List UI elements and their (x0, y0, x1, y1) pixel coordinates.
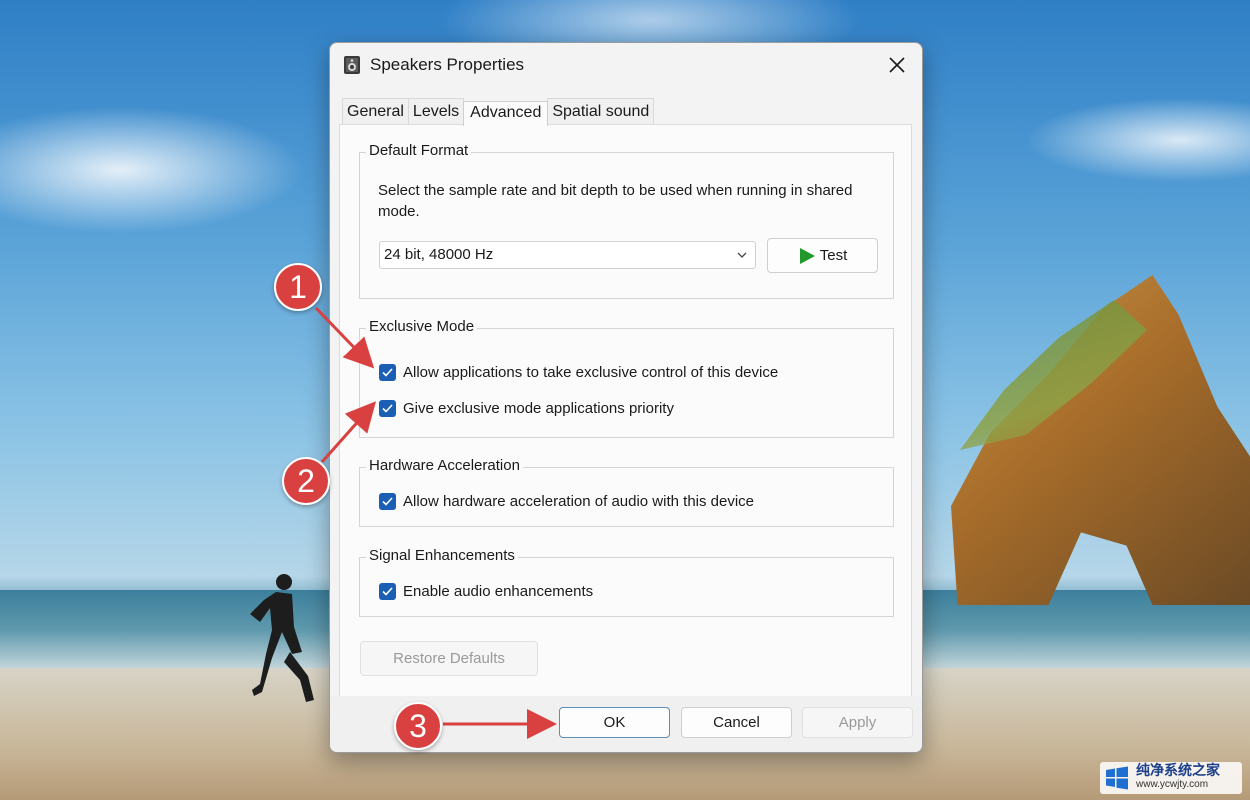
close-button[interactable] (872, 43, 922, 87)
hardware-acceleration-group: Hardware Acceleration Allow hardware acc… (359, 457, 894, 527)
format-dropdown-value: 24 bit, 48000 Hz (384, 246, 494, 263)
allow-hw-label: Allow hardware acceleration of audio wit… (403, 492, 755, 510)
give-priority-label: Give exclusive mode applications priorit… (403, 399, 674, 417)
watermark-url: www.ycwjty.com (1136, 779, 1209, 790)
checkmark-icon (382, 367, 393, 377)
hardware-acceleration-label: Hardware Acceleration (366, 457, 523, 474)
close-icon (889, 57, 905, 73)
play-icon (799, 247, 815, 264)
speaker-app-icon (344, 56, 360, 74)
checkmark-icon (382, 403, 393, 413)
windows-logo-icon (1106, 766, 1128, 790)
format-dropdown[interactable]: 24 bit, 48000 Hz (379, 241, 756, 269)
speakers-properties-dialog: Speakers Properties General Levels Advan… (329, 42, 923, 753)
allow-hw-checkbox-row[interactable]: Allow hardware acceleration of audio wit… (379, 491, 754, 511)
exclusive-mode-group: Exclusive Mode Allow applications to tak… (359, 318, 894, 438)
signal-enhancements-label: Signal Enhancements (366, 547, 518, 564)
tab-levels[interactable]: Levels (407, 98, 465, 125)
default-format-label: Default Format (366, 142, 472, 159)
give-priority-checkbox[interactable] (379, 399, 396, 417)
advanced-tab-panel: Default Format Select the sample rate an… (339, 124, 912, 699)
default-format-group: Default Format Select the sample rate an… (359, 142, 894, 299)
cancel-button[interactable]: Cancel (681, 707, 792, 738)
dialog-title: Speakers Properties (370, 55, 525, 74)
test-button-label: Test (819, 247, 848, 264)
allow-exclusive-checkbox[interactable] (379, 363, 396, 381)
title-bar[interactable]: Speakers Properties (330, 43, 922, 87)
checkmark-icon (382, 586, 393, 596)
exclusive-mode-label: Exclusive Mode (366, 318, 478, 335)
allow-exclusive-checkbox-row[interactable]: Allow applications to take exclusive con… (379, 362, 778, 382)
wallpaper-runner-silhouette (250, 574, 314, 702)
test-button[interactable]: Test (767, 238, 878, 273)
tab-strip: General Levels Advanced Spatial sound (342, 98, 655, 126)
ok-button[interactable]: OK (559, 707, 670, 738)
tab-spatial-sound[interactable]: Spatial sound (547, 98, 655, 125)
give-priority-checkbox-row[interactable]: Give exclusive mode applications priorit… (379, 398, 674, 418)
tab-general[interactable]: General (342, 98, 409, 125)
apply-button[interactable]: Apply (802, 707, 913, 738)
tab-advanced[interactable]: Advanced (463, 101, 549, 126)
enable-enhancements-checkbox[interactable] (379, 582, 396, 600)
site-watermark: 纯净系统之家 www.ycwjty.com (1100, 762, 1242, 794)
watermark-title: 纯净系统之家 (1136, 763, 1220, 779)
step-2-marker: 2 (282, 457, 330, 505)
signal-enhancements-group: Signal Enhancements Enable audio enhance… (359, 547, 894, 617)
restore-defaults-button[interactable]: Restore Defaults (360, 641, 538, 676)
checkmark-icon (382, 496, 393, 506)
enable-enhancements-checkbox-row[interactable]: Enable audio enhancements (379, 581, 593, 601)
chevron-down-icon (737, 252, 747, 258)
allow-exclusive-label: Allow applications to take exclusive con… (403, 363, 779, 381)
default-format-description: Select the sample rate and bit depth to … (378, 182, 853, 220)
allow-hw-checkbox[interactable] (379, 492, 396, 510)
step-3-marker: 3 (394, 702, 442, 750)
step-1-marker: 1 (274, 263, 322, 311)
enable-enhancements-label: Enable audio enhancements (403, 582, 594, 600)
